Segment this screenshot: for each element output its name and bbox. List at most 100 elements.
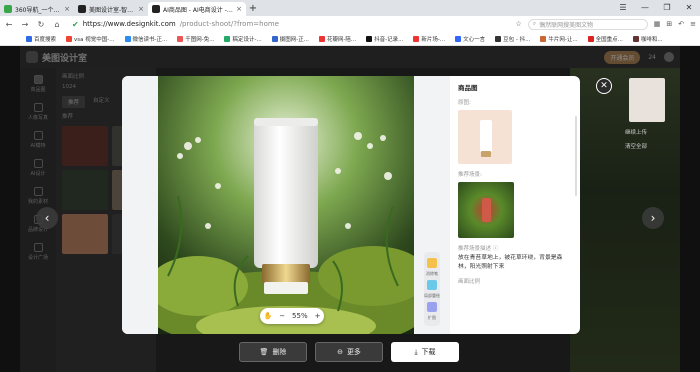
browser-tab-3[interactable]: AI商品图 - AI电商设计 - 美图... × xyxy=(148,2,246,16)
search-placeholder: 偶然联网搜美图文物 xyxy=(539,21,594,29)
bookmark-item[interactable]: 豆包 - 抖... xyxy=(495,35,530,43)
ratio-label: 画面比例 xyxy=(458,279,481,286)
url-field[interactable]: ✔ https://www.designkit.com/product-shoo… xyxy=(72,18,432,30)
bookmark-item[interactable]: 花瓣网-陪... xyxy=(318,35,356,43)
bookmark-item[interactable]: 全国重点... xyxy=(587,35,623,43)
tool-label: 局部重绘 xyxy=(424,292,440,298)
tab-favicon xyxy=(4,5,12,13)
bookmark-icon xyxy=(495,35,502,42)
bookmark-item[interactable]: 文心一言 xyxy=(455,35,485,43)
more-button[interactable]: ⊖ 更多 xyxy=(315,342,383,362)
bookmark-item[interactable]: 千图网-免... xyxy=(177,35,214,43)
next-arrow-button[interactable]: › xyxy=(642,207,664,229)
bookmark-item[interactable]: 摄图网-正... xyxy=(271,35,309,43)
info-icon[interactable]: ⓘ xyxy=(493,246,499,252)
bookmark-item[interactable]: 百度搜索 xyxy=(26,35,56,43)
extension-icon[interactable]: ⊞ xyxy=(666,20,672,28)
product-cap-shape xyxy=(481,151,491,157)
url-host: https://www.designkit.com xyxy=(82,20,176,28)
close-window-icon[interactable]: ✕ xyxy=(678,0,700,16)
expand-icon[interactable] xyxy=(427,301,437,312)
original-image[interactable] xyxy=(458,110,512,164)
bookmark-icon xyxy=(587,35,594,42)
address-bar: ← → ↻ ⌂ ✔ https://www.designkit.com/prod… xyxy=(0,16,700,32)
zoom-control: ✋ − 55% + xyxy=(260,308,324,324)
info-sidebar: 商品图 原图: 推荐场景: 推荐场景描述 ⓘ 放在青苔草地上，被花草环绕，背景是… xyxy=(450,76,580,334)
sidebar-scrollbar[interactable] xyxy=(575,116,577,196)
scene-description: 放在青苔草地上，被花草环绕，背景是森林，阳光照射下来 xyxy=(458,255,563,270)
desc-label: 推荐场景描述 ⓘ xyxy=(458,246,499,252)
apps-icon[interactable]: ▦ xyxy=(654,20,661,28)
tab-title: 美图设计室-智能生成海报一... xyxy=(89,6,135,14)
tool-label: 扩图 xyxy=(428,314,436,320)
bookmark-icon xyxy=(413,35,420,42)
bookmark-item[interactable]: 咖啡和... xyxy=(632,35,663,43)
minimize-icon[interactable]: — xyxy=(634,0,656,16)
more-icon[interactable]: ≡ xyxy=(690,20,696,28)
close-icon[interactable]: × xyxy=(138,5,144,13)
secure-shield-icon: ✔ xyxy=(72,19,79,29)
tab-favicon xyxy=(152,5,160,13)
tool-label: 消除笔 xyxy=(426,270,438,276)
bookmark-item[interactable]: 抖音-记录... xyxy=(366,35,403,43)
bookmark-icon xyxy=(177,35,184,42)
menu-icon[interactable]: ☰ xyxy=(612,0,634,16)
maximize-icon[interactable]: ❐ xyxy=(656,0,678,16)
bookmark-item[interactable]: 稿定设计-... xyxy=(224,35,262,43)
home-icon[interactable]: ⌂ xyxy=(52,20,62,29)
download-icon: ⤓ xyxy=(414,347,418,356)
bookmark-item[interactable]: 牛片网-让... xyxy=(540,35,578,43)
search-icon: ⌕ xyxy=(532,20,537,27)
delete-button[interactable]: 🗑 删除 xyxy=(239,342,307,362)
close-modal-button[interactable]: ✕ xyxy=(596,78,612,94)
browser-search-input[interactable]: ⌕ 偶然联网搜美图文物 xyxy=(527,18,648,30)
scene-label: 推荐场景: xyxy=(458,172,482,178)
action-bar: 🗑 删除 ⊖ 更多 ⤓ 下载 xyxy=(239,342,459,362)
download-button[interactable]: ⤓ 下载 xyxy=(391,342,459,362)
new-tab-button[interactable]: + xyxy=(246,2,260,16)
repaint-icon[interactable] xyxy=(427,279,437,290)
edit-toolbar: 消除笔 局部重绘 扩图 xyxy=(424,252,440,326)
prev-arrow-button[interactable]: ‹ xyxy=(36,207,58,229)
bookmark-icon xyxy=(318,35,325,42)
zoom-value: 55% xyxy=(292,312,308,320)
product-tube-shape xyxy=(480,120,492,152)
eraser-icon[interactable] xyxy=(427,257,437,268)
bookmark-item[interactable]: 新片场-... xyxy=(413,35,445,43)
reload-icon[interactable]: ↻ xyxy=(36,20,46,29)
clear-all-button[interactable]: 清空全部 xyxy=(617,142,677,150)
trash-icon: 🗑 xyxy=(259,348,269,356)
bookmark-icon xyxy=(124,35,131,42)
forward-icon[interactable]: → xyxy=(20,20,30,29)
bookmark-item[interactable]: 微信读书-正... xyxy=(124,35,167,43)
continue-upload-button[interactable]: 继续上传 xyxy=(617,128,677,136)
undo-icon[interactable]: ↶ xyxy=(678,20,684,28)
bookmarks-bar: 百度搜索 vsa 视觉中国-... 微信读书-正... 千图网-免... 稿定设… xyxy=(0,32,700,46)
back-icon[interactable]: ← xyxy=(4,20,14,29)
bookmark-icon xyxy=(224,35,231,42)
zoom-out-button[interactable]: − xyxy=(279,312,285,320)
bookmark-icon xyxy=(26,35,32,42)
browser-tab-1[interactable]: 360导航_一个主页，整个世界 × xyxy=(0,2,74,16)
zoom-in-button[interactable]: + xyxy=(315,312,321,320)
close-icon[interactable]: × xyxy=(236,5,242,13)
star-icon[interactable]: ☆ xyxy=(515,20,521,28)
right-panel: 继续上传 清空全部 xyxy=(617,78,677,198)
product-scene-illustration xyxy=(158,76,414,334)
bookmark-item[interactable]: vsa 视觉中国-... xyxy=(66,35,115,43)
hand-icon[interactable]: ✋ xyxy=(263,312,272,320)
bookmark-icon xyxy=(540,35,547,42)
scene-reference-image[interactable] xyxy=(458,182,514,238)
tab-title: 360导航_一个主页，整个世界 xyxy=(15,6,61,14)
uploaded-thumb[interactable] xyxy=(629,78,665,122)
preview-modal: ✋ − 55% + 消除笔 局部重绘 扩图 商品图 原图: 推荐场景: 推荐场景… xyxy=(122,76,580,334)
tab-title: AI商品图 - AI电商设计 - 美图... xyxy=(163,6,233,14)
window-controls: ☰ — ❐ ✕ xyxy=(612,0,700,16)
tab-favicon xyxy=(78,5,86,13)
browser-tab-2[interactable]: 美图设计室-智能生成海报一... × xyxy=(74,2,148,16)
preview-area: ✋ − 55% + 消除笔 局部重绘 扩图 xyxy=(122,76,450,334)
url-path: /product-shoot/?from=home xyxy=(179,20,279,28)
more-circle-icon: ⊖ xyxy=(337,348,343,356)
close-icon[interactable]: × xyxy=(64,5,70,13)
original-label: 原图: xyxy=(458,100,471,106)
